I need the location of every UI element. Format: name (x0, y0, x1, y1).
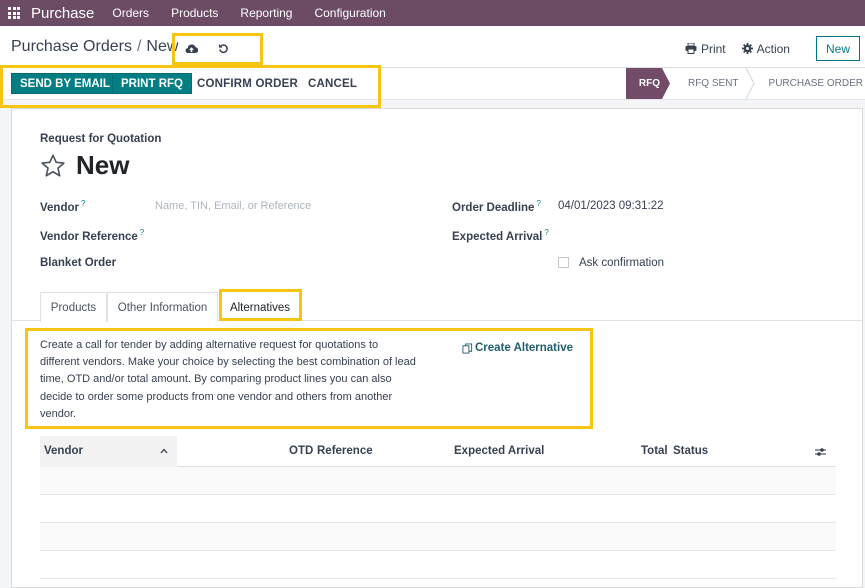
discard-button[interactable] (218, 41, 232, 55)
column-header-reference[interactable]: Reference (317, 445, 373, 457)
column-header-vendor[interactable]: Vendor (44, 445, 83, 457)
breadcrumb-current: New (146, 38, 179, 55)
new-button[interactable]: New (815, 36, 860, 61)
control-panel: Purchase Orders / New Print Action New (0, 26, 865, 68)
blanket-order-input[interactable] (155, 257, 405, 273)
stage-rfq[interactable]: RFQ (626, 68, 670, 99)
blanket-order-label: Blanket Order (40, 257, 117, 269)
sort-ascending-icon[interactable] (160, 448, 168, 454)
notebook-tabs: Products Other Information Alternatives (12, 291, 862, 322)
confirm-order-button[interactable]: CONFIRM ORDER (197, 73, 298, 94)
top-navbar: Purchase Orders Products Reporting Confi… (0, 0, 865, 26)
table-header: Vendor OTD Reference Expected Arrival To… (40, 436, 836, 467)
menu-orders[interactable]: Orders (112, 6, 149, 20)
column-header-expected-arrival[interactable]: Expected Arrival (454, 445, 544, 457)
table-row-empty (40, 523, 836, 551)
table-row-empty (40, 551, 836, 579)
help-tooltip-icon[interactable]: ? (544, 228, 548, 237)
form-subtitle: Request for Quotation (40, 133, 162, 145)
menu-configuration[interactable]: Configuration (314, 6, 385, 20)
vendor-input[interactable]: Name, TIN, Email, or Reference (155, 200, 311, 212)
alternatives-help-text: Create a call for tender by adding alter… (40, 339, 416, 420)
star-icon[interactable] (40, 153, 66, 179)
apps-menu-icon[interactable] (8, 6, 22, 20)
record-title: New (76, 150, 130, 180)
status-stages: RFQ RFQ SENT PURCHASE ORDER (626, 68, 865, 99)
breadcrumb: Purchase Orders / New (11, 38, 178, 56)
help-tooltip-icon[interactable]: ? (536, 199, 540, 208)
stage-label: RFQ SENT (687, 78, 739, 89)
app-brand[interactable]: Purchase (31, 5, 94, 22)
stage-purchase-order[interactable]: PURCHASE ORDER (751, 68, 865, 99)
tab-products[interactable]: Products (40, 292, 107, 322)
cancel-button[interactable]: CANCEL (308, 73, 357, 94)
order-deadline-label: Order Deadline? (452, 199, 541, 214)
copy-icon (462, 342, 473, 354)
expected-arrival-input[interactable] (558, 228, 808, 244)
form-sheet: Request for Quotation New Vendor? Name, … (11, 108, 863, 588)
form-title-row: New (40, 150, 129, 181)
vendor-reference-label: Vendor Reference? (40, 228, 145, 243)
tab-alternatives[interactable]: Alternatives (222, 292, 298, 322)
action-label: Action (756, 41, 790, 56)
ask-confirmation-checkbox[interactable] (558, 257, 569, 268)
action-menu[interactable]: Action (741, 41, 790, 56)
status-bar: SEND BY EMAIL PRINT RFQ CONFIRM ORDER CA… (0, 68, 865, 100)
menu-reporting[interactable]: Reporting (240, 6, 292, 20)
print-menu[interactable]: Print (685, 42, 726, 56)
vendor-reference-input[interactable] (155, 228, 405, 244)
order-deadline-input[interactable]: 04/01/2023 09:31:22 (558, 200, 664, 212)
control-panel-actions: Print Action New (685, 36, 865, 61)
print-label: Print (700, 41, 726, 56)
cloud-upload-icon (185, 44, 199, 53)
breadcrumb-separator: / (136, 38, 142, 55)
send-by-email-button[interactable]: SEND BY EMAIL (11, 73, 119, 94)
gear-icon (741, 43, 753, 54)
undo-icon (218, 43, 228, 54)
printer-icon (685, 43, 697, 54)
expected-arrival-label: Expected Arrival? (452, 228, 549, 243)
stage-label: RFQ (638, 78, 660, 89)
breadcrumb-parent[interactable]: Purchase Orders (11, 38, 132, 55)
table-row-empty (40, 467, 836, 495)
create-alternative-button[interactable]: Create Alternative (462, 342, 573, 354)
help-tooltip-icon[interactable]: ? (81, 199, 85, 208)
menu-products[interactable]: Products (171, 6, 218, 20)
vendor-label: Vendor? (40, 199, 86, 214)
tab-other-information[interactable]: Other Information (107, 292, 218, 322)
optional-columns-icon[interactable] (815, 447, 826, 457)
print-rfq-button[interactable]: PRINT RFQ (112, 73, 192, 94)
create-alternative-label: Create Alternative (475, 342, 574, 354)
column-header-total[interactable]: Total (641, 445, 668, 457)
column-header-otd[interactable]: OTD (289, 445, 313, 457)
column-header-status[interactable]: Status (673, 445, 708, 457)
stage-rfq-sent[interactable]: RFQ SENT (670, 68, 755, 99)
save-button[interactable] (185, 41, 199, 55)
table-row-empty (40, 495, 836, 523)
ask-confirmation-label: Ask confirmation (579, 257, 665, 269)
help-tooltip-icon[interactable]: ? (140, 228, 144, 237)
alternatives-table: Vendor OTD Reference Expected Arrival To… (40, 436, 836, 579)
stage-label: PURCHASE ORDER (768, 78, 863, 89)
